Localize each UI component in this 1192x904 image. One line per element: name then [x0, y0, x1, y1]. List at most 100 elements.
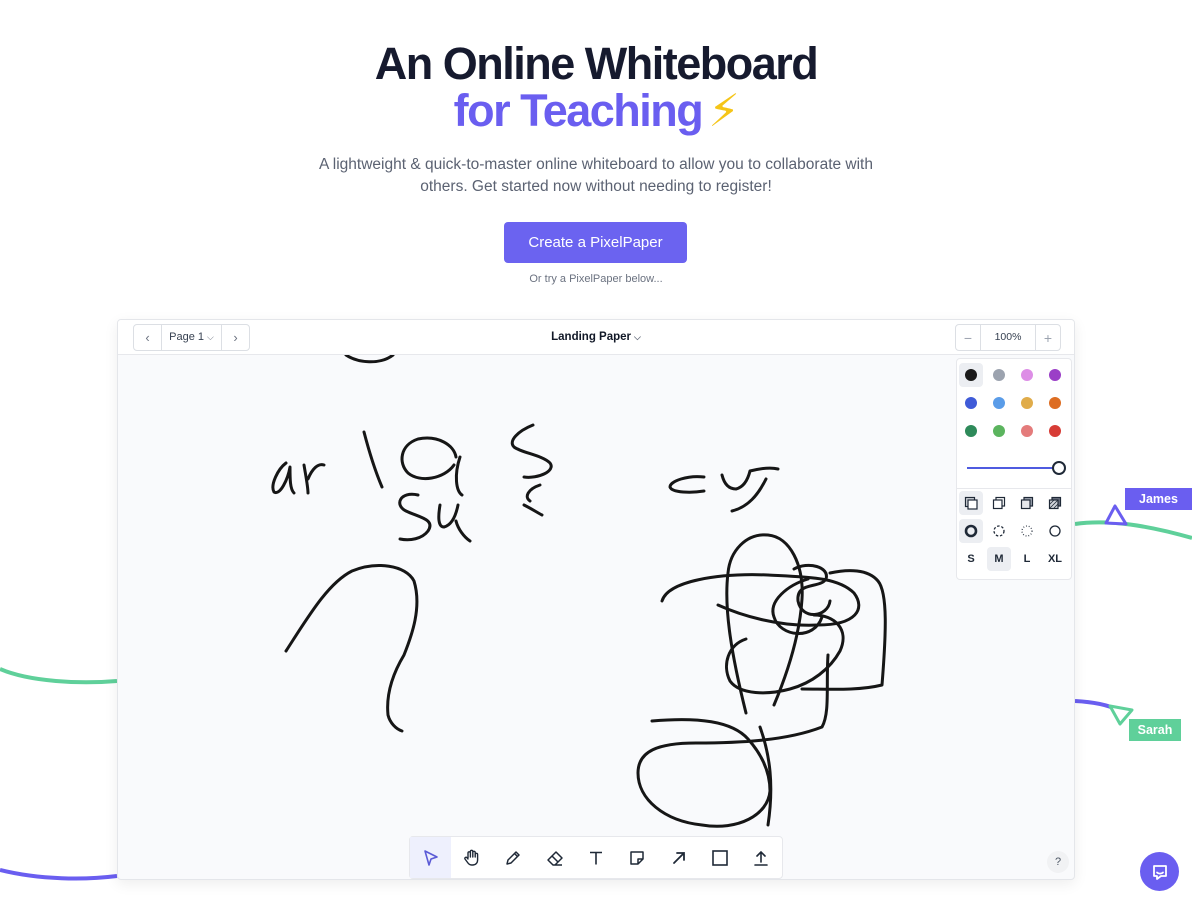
swatch-dot	[1021, 397, 1033, 409]
color-swatch[interactable]	[987, 391, 1011, 415]
zoom-control: − 100% +	[955, 324, 1061, 351]
chevron-left-icon: ‹	[145, 330, 150, 345]
drawing-canvas[interactable]	[118, 355, 1074, 879]
lightning-icon: ⚡	[708, 85, 740, 136]
dash-dashed-icon	[993, 525, 1005, 537]
pencil-icon	[506, 850, 521, 865]
chevron-down-icon: ⌵	[207, 332, 214, 342]
fill-outline-icon	[992, 496, 1006, 510]
color-swatch[interactable]	[1043, 391, 1067, 415]
fill-semi-icon	[1020, 496, 1034, 510]
page-select[interactable]: Page 1 ⌵	[161, 325, 222, 350]
paper-name-menu[interactable]: Landing Paper ⌵	[518, 320, 674, 354]
tool-bar	[409, 836, 783, 879]
chat-icon	[1152, 864, 1167, 880]
eraser-icon	[546, 850, 563, 866]
color-swatch[interactable]	[1043, 363, 1067, 387]
upload-tool-button[interactable]	[741, 837, 782, 878]
page-navigator: ‹ Page 1 ⌵ ›	[133, 324, 250, 351]
color-swatch[interactable]	[1015, 419, 1039, 443]
color-swatch[interactable]	[959, 419, 983, 443]
title-highlight: for Teaching	[453, 85, 704, 136]
next-page-button[interactable]: ›	[222, 325, 249, 350]
zoom-out-button[interactable]: −	[956, 325, 980, 350]
fill-solid-icon	[964, 496, 978, 510]
slider-handle[interactable]	[1052, 461, 1066, 475]
upload-icon	[754, 850, 769, 866]
hand-tool-button[interactable]	[451, 837, 492, 878]
size-l-option[interactable]: L	[1015, 547, 1039, 571]
ink-stroke	[271, 430, 384, 495]
dash-none-option[interactable]	[1043, 519, 1067, 543]
chat-launcher-button[interactable]	[1140, 852, 1179, 891]
page-title-line2: for Teaching ⚡	[0, 84, 1192, 137]
text-tool-button[interactable]	[575, 837, 616, 878]
ink-stroke	[636, 653, 830, 828]
ink-stroke	[668, 466, 780, 513]
text-icon	[589, 851, 602, 864]
opacity-slider[interactable]	[967, 461, 1066, 475]
size-m-option[interactable]: M	[987, 547, 1011, 571]
color-swatch[interactable]	[987, 419, 1011, 443]
cursor-icon	[423, 849, 438, 866]
swatch-dot	[1049, 369, 1061, 381]
page-label: Page 1	[169, 331, 205, 343]
swatch-dot	[965, 425, 977, 437]
board-topbar: ‹ Page 1 ⌵ › Landing Paper ⌵ − 100% +	[118, 320, 1074, 355]
swatch-dot	[993, 425, 1005, 437]
select-tool-button[interactable]	[410, 837, 452, 878]
color-swatch[interactable]	[1043, 419, 1067, 443]
zoom-in-button[interactable]: +	[1036, 325, 1060, 350]
chevron-down-icon: ⌵	[634, 332, 641, 342]
pencil-tool-button[interactable]	[493, 837, 534, 878]
dash-none-icon	[1049, 525, 1061, 537]
color-swatch[interactable]	[1015, 391, 1039, 415]
sticky-note-icon	[630, 850, 645, 865]
dash-solid-option[interactable]	[959, 519, 983, 543]
ink-stroke	[400, 436, 464, 497]
fill-outline-option[interactable]	[987, 491, 1011, 515]
rectangle-tool-button[interactable]	[699, 837, 740, 878]
dash-dotted-option[interactable]	[1015, 519, 1039, 543]
fill-hatch-option[interactable]	[1043, 491, 1067, 515]
help-button[interactable]: ?	[1047, 851, 1069, 873]
swatch-dot	[965, 369, 977, 381]
sticky-note-tool-button[interactable]	[617, 837, 658, 878]
swatch-dot	[1049, 397, 1061, 409]
arrow-tool-button[interactable]	[658, 837, 699, 878]
dash-solid-icon	[964, 524, 978, 538]
prev-page-button[interactable]: ‹	[134, 325, 161, 350]
swatch-dot	[1021, 425, 1033, 437]
fill-semi-option[interactable]	[1015, 491, 1039, 515]
ink-stroke	[284, 564, 419, 733]
paper-name: Landing Paper	[551, 331, 632, 343]
collaborator-cursor-sarah-icon	[1108, 704, 1134, 726]
arrow-icon	[672, 851, 685, 864]
ink-stroke	[344, 355, 395, 364]
fill-hatch-icon	[1048, 496, 1062, 510]
whiteboard-demo: ‹ Page 1 ⌵ › Landing Paper ⌵ − 100% + S …	[117, 319, 1075, 880]
zoom-level[interactable]: 100%	[980, 325, 1036, 350]
rectangle-icon	[712, 849, 728, 866]
size-xl-option[interactable]: XL	[1043, 547, 1067, 571]
ink-stroke	[398, 483, 544, 543]
page-title-line1: An Online Whiteboard	[374, 38, 819, 89]
size-s-option[interactable]: S	[959, 547, 983, 571]
fill-solid-option[interactable]	[959, 491, 983, 515]
hand-icon	[464, 849, 479, 866]
swatch-dot	[965, 397, 977, 409]
swatch-dot	[1021, 369, 1033, 381]
dash-dotted-icon	[1021, 525, 1033, 537]
swatch-dot	[993, 369, 1005, 381]
collaborator-cursor-james-icon	[1104, 504, 1128, 526]
color-swatch[interactable]	[959, 363, 983, 387]
hero-subtitle: A lightweight & quick-to-master online w…	[319, 156, 873, 195]
color-swatch[interactable]	[959, 391, 983, 415]
chevron-right-icon: ›	[233, 330, 238, 345]
color-swatch[interactable]	[1015, 363, 1039, 387]
eraser-tool-button[interactable]	[534, 837, 575, 878]
create-pixelpaper-button[interactable]: Create a PixelPaper	[504, 222, 687, 263]
slider-track	[967, 467, 1055, 469]
color-swatch[interactable]	[987, 363, 1011, 387]
dash-dashed-option[interactable]	[987, 519, 1011, 543]
